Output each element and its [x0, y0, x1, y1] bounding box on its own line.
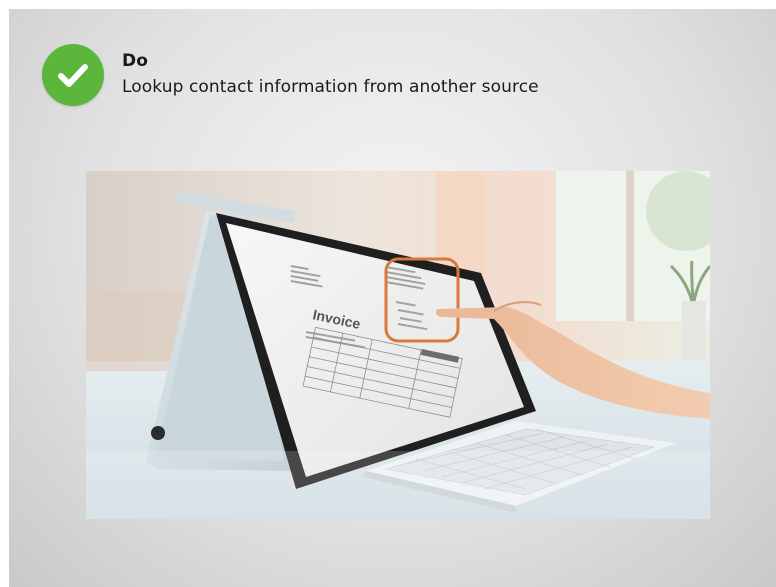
slide-subheading: Lookup contact information from another …: [122, 77, 539, 97]
slide-canvas: Do Lookup contact information from anoth…: [9, 9, 776, 587]
laptop-invoice-photo: Invoice: [86, 171, 710, 519]
slide-heading: Do: [122, 51, 149, 71]
checkmark-icon: [42, 44, 104, 106]
